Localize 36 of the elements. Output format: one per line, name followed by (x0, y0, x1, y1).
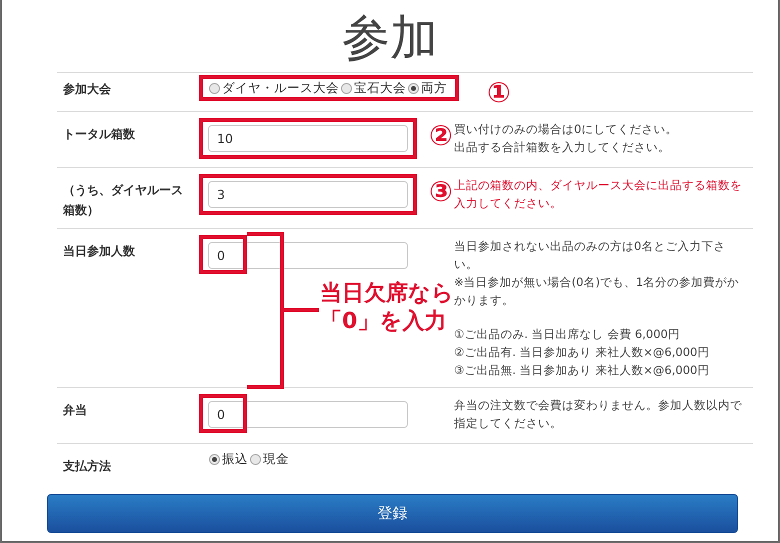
help-text: 弁当の注文数で会費は変わりません。参加人数以内で指定してください。 (454, 397, 743, 432)
field-label: 支払方法 (62, 458, 112, 475)
radio-option[interactable]: 振込 (209, 451, 248, 467)
radio-option[interactable]: ダイヤ・ルース大会 (209, 80, 339, 96)
radio-button[interactable] (209, 454, 220, 464)
field-label: 参加大会 (62, 81, 112, 98)
page-title: 参加 (341, 9, 439, 68)
help-text: ※当日参加が無い場合(0名)でも、1名分の参加費がかかります。 (454, 274, 740, 309)
fee-note: ①ご出品のみ. 当日出席なし 会費 6,000円 (454, 326, 681, 343)
help-text: 上記の箱数の内、ダイヤルース大会に出品する箱数を入力してください。 (454, 177, 743, 212)
callout-text: 当日欠席なら (320, 280, 454, 308)
submit-button[interactable]: 登録 (47, 494, 738, 533)
radio-button[interactable] (341, 82, 352, 94)
input-field[interactable]: 10 (208, 125, 408, 152)
annotation-number: ③ (429, 174, 453, 208)
annotation-number: ① (487, 75, 511, 109)
annotation-number: ② (429, 118, 453, 152)
radio-button[interactable] (209, 82, 220, 94)
input-field[interactable]: 3 (208, 181, 408, 208)
help-text: 出品する合計箱数を入力してください。 (454, 139, 671, 156)
radio-button[interactable] (250, 454, 261, 464)
callout-text: 「0」を入力 (320, 308, 448, 336)
fee-note: ③ご出品無. 当日参加あり 来社人数×@6,000円 (454, 362, 710, 379)
radio-option[interactable]: 両方 (408, 80, 447, 96)
fee-note: ②ご出品有. 当日参加あり 来社人数×@6,000円 (454, 344, 710, 361)
field-label: トータル箱数 (62, 126, 136, 143)
field-label: （うち、ダイヤルース箱数） (62, 182, 184, 219)
field-label: 当日参加人数 (62, 243, 136, 260)
input-field[interactable]: 0 (208, 401, 408, 428)
input-field[interactable]: 0 (208, 242, 408, 269)
radio-option[interactable]: 現金 (250, 451, 289, 467)
radio-option[interactable]: 宝石大会 (341, 80, 406, 96)
field-label: 弁当 (62, 402, 88, 419)
help-text: 当日参加されない出品のみの方は0名とご入力下さい。 (454, 238, 726, 273)
radio-button[interactable] (408, 82, 419, 94)
help-text: 買い付けのみの場合は0にしてください。 (454, 121, 678, 138)
